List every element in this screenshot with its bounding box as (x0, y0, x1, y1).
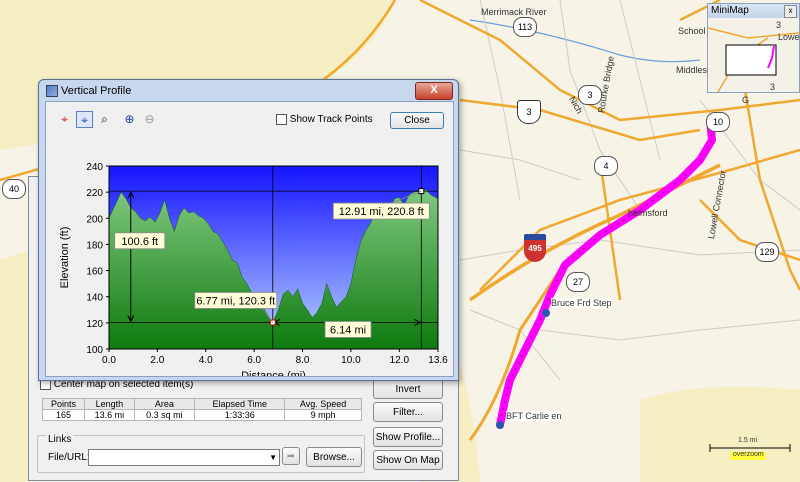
y-tick-label: 200 (86, 214, 103, 225)
app-icon (46, 85, 58, 97)
x-tick-label: 6.0 (247, 355, 261, 366)
minimap-label-3: 3 (776, 20, 782, 30)
dropdown-arrow-icon[interactable]: ▼ (269, 450, 277, 465)
crosshair-red-icon[interactable]: ⌖ (56, 111, 73, 128)
y-axis-label: Elevation (ft) (59, 227, 71, 289)
y-tick-label: 180 (86, 240, 103, 251)
links-group-label: Links (46, 434, 74, 445)
x-tick-label: 4.0 (199, 355, 213, 366)
map-label-merrimack-river: Merrimack River (481, 7, 547, 17)
y-tick-label: 140 (86, 293, 103, 304)
interstate-495-shield[interactable]: 495 (524, 234, 546, 262)
zoom-out-icon[interactable]: ⊖ (141, 111, 158, 128)
scale-distance: 1.5 mi (738, 437, 758, 444)
x-tick-label: 10.0 (341, 355, 361, 366)
minimap-label-lowell: Lowell (778, 32, 800, 42)
stats-value-length: 13.6 mi (84, 409, 135, 421)
show-profile-button[interactable]: Show Profile... (373, 427, 443, 447)
route-3-shield[interactable]: 3 (517, 100, 541, 124)
x-axis-label: Distance (mi) (241, 370, 306, 376)
browse-button[interactable]: Browse... (306, 447, 362, 467)
annotation-label-horizontal-span: 6.14 mi (330, 324, 366, 336)
file-url-label: File/URL: (48, 452, 90, 463)
x-tick-label: 0.0 (102, 355, 116, 366)
map-label-bruce-frd-step: Bruce Frd Step (551, 298, 612, 308)
stats-header-elapsed-time: Elapsed Time (194, 398, 286, 410)
links-group: Links File/URL: ▼ ➦ Browse... (37, 434, 365, 473)
window-close-button[interactable]: X (415, 82, 453, 100)
show-track-points-checkbox[interactable] (276, 114, 287, 125)
map-label-bft-carlie: BFT Carlie en (506, 411, 562, 421)
stats-value-avg-speed: 9 mph (284, 409, 362, 421)
annotation-label-a: 12.91 mi, 220.8 ft (339, 206, 424, 218)
filter-button[interactable]: Filter... (373, 402, 443, 422)
zoom-rect-icon[interactable]: ⌕ (96, 111, 113, 128)
map-label-g: G (742, 95, 750, 105)
map-label-school: School (678, 26, 706, 36)
x-tick-label: 2.0 (150, 355, 164, 366)
stats-header-points: Points (41, 398, 86, 410)
x-tick-label: 13.6 (428, 355, 448, 366)
close-button[interactable]: Close (390, 112, 444, 129)
route-110-shield[interactable]: 10 (706, 112, 730, 132)
minimap-view[interactable] (708, 18, 799, 92)
minimap-window[interactable]: MiniMap x 3 Lowell 3 (707, 3, 800, 93)
y-tick-label: 220 (86, 188, 103, 199)
y-tick-label: 100 (86, 345, 103, 356)
show-on-map-button[interactable]: Show On Map (373, 450, 443, 470)
y-tick-label: 240 (86, 162, 103, 173)
window-title: Vertical Profile (61, 85, 132, 97)
go-link-button[interactable]: ➦ (282, 447, 300, 465)
y-tick-label: 120 (86, 319, 103, 330)
file-url-combobox[interactable]: ▼ (88, 449, 280, 466)
route-40-shield[interactable]: 40 (2, 179, 26, 199)
stats-value-area: 0.3 sq mi (133, 409, 196, 421)
map-label-chelmsford: helmsford (628, 208, 668, 218)
show-track-points-label: Show Track Points (289, 114, 373, 126)
route-4-shield[interactable]: 4 (594, 156, 618, 176)
annotation-label-b: 6.77 mi, 120.3 ft (196, 295, 275, 307)
zoom-in-icon[interactable]: ⊕ (121, 111, 138, 128)
show-track-points-row[interactable]: Show Track Points (276, 114, 373, 125)
route-129-shield[interactable]: 129 (755, 242, 779, 262)
route-3-shield-b[interactable]: 3 (578, 85, 602, 105)
stats-header-area: Area (133, 398, 196, 410)
minimap-close-button[interactable]: x (784, 5, 797, 18)
x-tick-label: 12.0 (390, 355, 410, 366)
route-113-shield[interactable]: 113 (513, 17, 537, 37)
go-arrow-icon: ➦ (286, 451, 296, 462)
y-tick-label: 160 (86, 267, 103, 278)
vertical-profile-window[interactable]: Vertical Profile X ⌖ ⌖ ⌕ ⊕ ⊖ Show Track … (38, 79, 459, 381)
crosshair-blue-icon[interactable]: ⌖ (76, 111, 93, 128)
track-stats-table: Points Length Area Elapsed Time Avg. Spe… (41, 398, 362, 421)
stats-value-elapsed-time: 1:33:36 (194, 409, 286, 421)
profile-client-area: ⌖ ⌖ ⌕ ⊕ ⊖ Show Track Points Close 0.0 2.0… (45, 101, 454, 377)
elevation-profile-chart[interactable]: 0.0 2.0 4.0 6.0 8.0 10.0 12.0 13.6 100 120 140 160 1… (46, 136, 453, 376)
route-27-shield[interactable]: 27 (566, 272, 590, 292)
scale-mode: overzoom (733, 451, 764, 458)
invert-button[interactable]: Invert (373, 379, 443, 399)
annotation-label-vertical-span: 100.6 ft (121, 236, 158, 248)
stats-header-avg-speed: Avg. Speed (284, 398, 362, 410)
x-tick-label: 8.0 (296, 355, 310, 366)
stats-header-length: Length (84, 398, 135, 410)
point-marker-a[interactable] (418, 188, 425, 195)
minimap-label-3b: 3 (770, 82, 776, 92)
stats-value-points: 165 (41, 409, 86, 421)
